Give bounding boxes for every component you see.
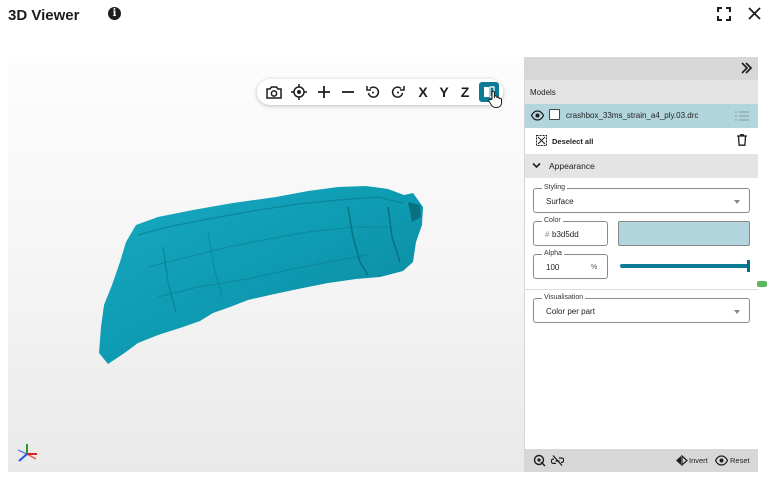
screenshot-button[interactable] (264, 82, 284, 102)
alpha-slider-thumb[interactable] (747, 260, 750, 272)
3d-viewport[interactable]: X Y Z (8, 57, 524, 472)
panel-footer: Invert Reset (525, 449, 758, 472)
models-header: Models (525, 80, 758, 104)
reset-button[interactable]: Reset (730, 456, 750, 465)
model-checkbox[interactable] (549, 109, 560, 120)
eye-icon[interactable] (715, 454, 728, 467)
hand-cursor-icon (488, 90, 502, 108)
appearance-label: Appearance (549, 161, 595, 171)
zoom-out-button[interactable] (338, 82, 358, 102)
deselect-all-button[interactable]: Deselect all (552, 137, 593, 146)
side-handle[interactable] (757, 281, 767, 287)
double-chevron-right-icon[interactable] (739, 61, 753, 75)
styling-legend: Styling (542, 184, 568, 192)
dropdown-arrow-icon (734, 310, 740, 314)
list-icon[interactable] (735, 111, 749, 121)
view-toolbar: X Y Z (257, 79, 503, 108)
styling-select[interactable]: Styling Surface (533, 184, 750, 213)
divider (525, 289, 758, 290)
deselect-row: Deselect all (525, 128, 758, 154)
color-input[interactable]: Color # b3d5dd (533, 217, 608, 246)
appearance-section-header[interactable]: Appearance (525, 154, 758, 178)
color-value: b3d5dd (552, 230, 579, 239)
title-bar: 3D Viewer i (0, 0, 769, 34)
view-x-button[interactable]: X (413, 82, 433, 102)
visualisation-legend: Visualisation (542, 294, 586, 302)
side-panel: Models crashbox_33ms_strain_a4_ply.03.dr… (524, 57, 758, 472)
crashbox-model[interactable] (8, 57, 524, 472)
color-swatch[interactable] (618, 221, 750, 246)
dropdown-arrow-icon (734, 200, 740, 204)
hide-link-icon[interactable] (551, 454, 564, 467)
invert-button[interactable]: Invert (689, 456, 708, 465)
deselect-icon[interactable] (536, 135, 547, 146)
axis-gizmo-icon (17, 444, 37, 462)
alpha-slider[interactable] (620, 264, 750, 268)
info-icon[interactable]: i (108, 7, 121, 20)
camera-icon (266, 86, 282, 99)
model-list-item[interactable]: crashbox_33ms_strain_a4_ply.03.drc (525, 104, 758, 128)
pick-part-icon[interactable] (533, 454, 546, 467)
view-z-button[interactable]: Z (455, 82, 475, 102)
hash-prefix: # (545, 230, 550, 239)
window-title: 3D Viewer (8, 7, 80, 24)
zoom-in-button[interactable] (314, 82, 334, 102)
eye-icon[interactable] (531, 110, 544, 121)
center-button[interactable] (289, 82, 309, 102)
alpha-value: 100 (546, 263, 560, 272)
styling-value: Surface (546, 197, 574, 206)
alpha-input[interactable]: Alpha 100 % (533, 250, 608, 279)
rotate-left-icon (366, 86, 380, 98)
color-legend: Color (542, 217, 563, 225)
rotate-left-button[interactable] (363, 82, 383, 102)
visualisation-value: Color per part (546, 307, 595, 316)
trash-icon[interactable] (737, 134, 747, 146)
plus-icon (318, 86, 330, 98)
chevron-down-icon (532, 162, 541, 169)
alpha-legend: Alpha (542, 250, 564, 258)
close-icon[interactable] (747, 6, 762, 21)
visualisation-select[interactable]: Visualisation Color per part (533, 294, 750, 323)
rotate-right-icon (391, 86, 405, 98)
minus-icon (342, 91, 354, 93)
invert-icon[interactable] (675, 454, 688, 467)
target-icon (291, 84, 307, 100)
fullscreen-icon[interactable] (717, 7, 731, 21)
view-y-button[interactable]: Y (434, 82, 454, 102)
app-window: 3D Viewer i X Y Z Models crashbox_33ms_s… (0, 0, 769, 480)
rotate-right-button[interactable] (388, 82, 408, 102)
model-name: crashbox_33ms_strain_a4_ply.03.drc (566, 111, 699, 120)
panel-top-bar (525, 57, 758, 80)
alpha-unit: % (591, 264, 598, 271)
